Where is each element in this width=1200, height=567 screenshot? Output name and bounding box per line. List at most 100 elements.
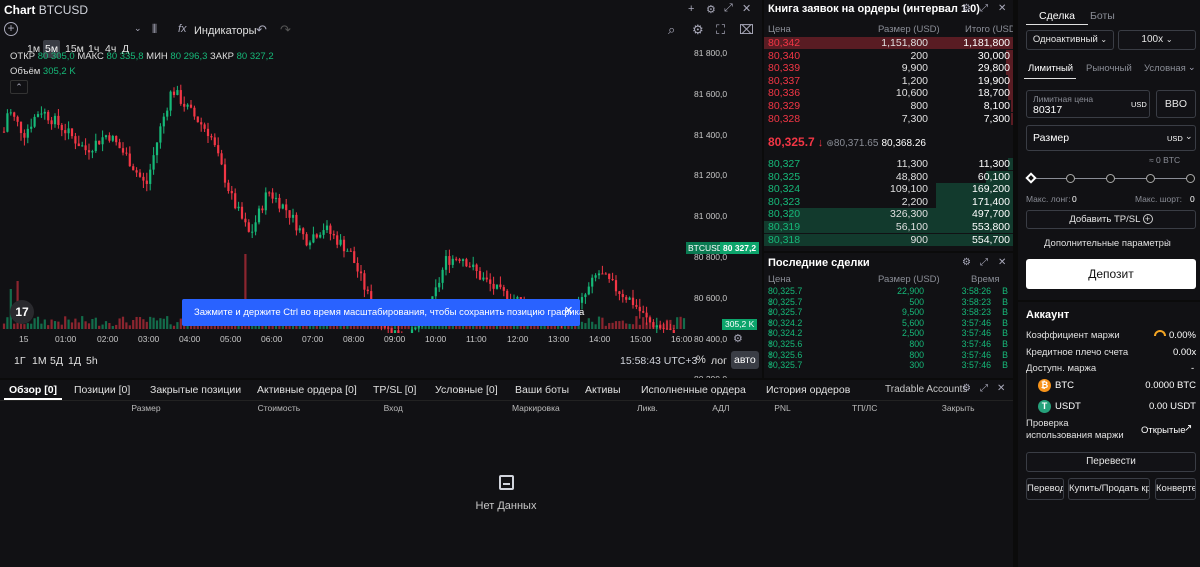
order-type-market[interactable]: Рыночный [1086, 63, 1132, 74]
range-4[interactable]: 5h [86, 355, 98, 367]
add-indicator-icon[interactable]: + [4, 22, 18, 36]
fx-icon[interactable]: fx [178, 23, 187, 35]
bid-row[interactable]: 80,325 48,800 60,100 [764, 170, 1013, 183]
tab-trade[interactable]: Сделка [1039, 10, 1075, 22]
volume-bar [145, 321, 148, 329]
positions-tab-2[interactable]: Закрытые позиции [150, 384, 241, 396]
orderbook-close-icon[interactable]: ✕ [998, 3, 1006, 14]
magnifier-icon[interactable]: ⌕ [668, 22, 675, 38]
margin-mode-select[interactable]: Одноактивный ⌄ [1026, 30, 1114, 50]
buy-sell-crypto-button[interactable]: Купить/Продать криптовалюту [1068, 478, 1150, 500]
close-icon[interactable]: ✕ [742, 2, 751, 15]
external-link-icon[interactable]: ↗ [1184, 423, 1192, 434]
chevron-down-icon[interactable]: ⌄ [134, 23, 142, 34]
fullscreen-icon[interactable]: ⛶ [716, 22, 725, 38]
undo-icon[interactable]: ↶ [256, 22, 267, 38]
range-1[interactable]: 1М [32, 355, 47, 367]
positions-close-icon[interactable]: ✕ [997, 383, 1005, 394]
gear-icon[interactable]: ⚙ [706, 3, 716, 16]
indicators-button[interactable]: Индикаторы [194, 25, 257, 37]
slider-handle[interactable] [1025, 172, 1037, 184]
bbo-button[interactable]: BBO [1156, 90, 1196, 118]
candle-body [264, 192, 267, 211]
redo-icon[interactable]: ↷ [280, 22, 291, 38]
positions-tab-6[interactable]: Ваши боты [515, 384, 569, 396]
log-toggle[interactable]: лог [711, 355, 727, 367]
limit-price-value[interactable]: 80317 [1033, 104, 1062, 116]
positions-tab-4[interactable]: TP/SL [0] [373, 384, 416, 396]
columns-divider [0, 400, 1013, 401]
trades-close-icon[interactable]: ✕ [998, 257, 1006, 268]
trade-price-value: 80,325.7 [768, 307, 803, 318]
transfer-button[interactable]: Перевести [1026, 452, 1196, 472]
slider-stop[interactable] [1186, 174, 1195, 183]
add-icon[interactable]: + [688, 3, 694, 15]
range-0[interactable]: 1Г [14, 355, 26, 367]
converter-button[interactable]: Конвертер [1155, 478, 1196, 500]
bid-row[interactable]: 80,327 11,300 11,300 [764, 158, 1013, 171]
candles-icon[interactable]: ⫴ [152, 22, 157, 37]
candle-body [322, 230, 325, 235]
positions-tab-3[interactable]: Активные ордера [0] [257, 384, 357, 396]
positions-tab-8[interactable]: Исполненные ордера [641, 384, 746, 396]
ask-row[interactable]: 80,328 7,300 7,300 [764, 112, 1013, 125]
ask-row[interactable]: 80,337 1,200 19,900 [764, 74, 1013, 88]
positions-tab-9[interactable]: История ордеров [766, 384, 850, 396]
size-field[interactable]: Размер USD ⌄ [1026, 125, 1196, 151]
order-type-conditional[interactable]: Условная [1144, 63, 1186, 74]
trades-expand-icon[interactable]: ⤢ [980, 257, 988, 268]
slider-stop[interactable] [1066, 174, 1075, 183]
price-label: 81 800,0 [694, 48, 728, 58]
chart-settings-icon[interactable]: ⚙ [733, 332, 743, 345]
bid-row[interactable]: 80,319 56,100 553,800 [764, 221, 1013, 234]
candle-body [271, 192, 274, 199]
positions-tab-0[interactable]: Обзор [0] [9, 384, 57, 396]
chevron-right-icon[interactable]: › [1166, 236, 1169, 247]
volume-bar [166, 316, 169, 329]
slider-stop[interactable] [1146, 174, 1155, 183]
positions-expand-icon[interactable]: ⤢ [980, 383, 988, 394]
auto-toggle[interactable]: авто [731, 351, 759, 369]
ask-row[interactable]: 80,339 9,900 29,800 [764, 62, 1013, 75]
more-params-link[interactable]: Дополнительные параметры [1044, 238, 1171, 249]
chevron-down-icon[interactable]: ⌄ [1188, 62, 1196, 73]
percent-toggle[interactable]: % [696, 354, 706, 366]
slider-stop[interactable] [1106, 174, 1115, 183]
add-tpsl-button[interactable]: Добавить TP/SL + [1026, 210, 1196, 229]
ask-row[interactable]: 80,329 800 8,100 [764, 100, 1013, 113]
price-chart[interactable] [0, 43, 762, 333]
trade-price-value: 80,324.2 [768, 328, 803, 339]
expand-icon[interactable]: ⤢ [724, 2, 733, 15]
positions-tab-5[interactable]: Условные [0] [435, 384, 498, 396]
leverage-select[interactable]: 100x ⌄ [1118, 30, 1196, 50]
orderbook-expand-icon[interactable]: ⤢ [980, 3, 988, 14]
positions-gear-icon[interactable]: ⚙ [962, 383, 971, 394]
size-slider[interactable] [1025, 172, 1196, 186]
settings-icon[interactable]: ⚙ [692, 22, 704, 38]
camera-icon[interactable]: ⌧ [739, 22, 754, 38]
range-2[interactable]: 5Д [50, 355, 63, 367]
ask-row[interactable]: 80,336 10,600 18,700 [764, 87, 1013, 100]
order-type-limit[interactable]: Лимитный [1028, 63, 1073, 74]
bid-row[interactable]: 80,318 900 554,700 [764, 233, 1013, 246]
trades-gear-icon[interactable]: ⚙ [962, 257, 971, 268]
range-3[interactable]: 1Д [68, 355, 81, 367]
column-header: Закрыть [941, 403, 975, 413]
tradable-accounts-label[interactable]: Tradable Accounts [885, 384, 967, 395]
ask-row[interactable]: 80,342 1,151,800 1,181,800 [764, 37, 1013, 50]
bid-row[interactable]: 80,323 2,200 171,400 [764, 195, 1013, 209]
ask-row[interactable]: 80,340 200 30,000 [764, 49, 1013, 62]
positions-tab-1[interactable]: Позиции [0] [74, 384, 130, 396]
trades-col-size: Размер (USD) [878, 274, 940, 285]
positions-tab-7[interactable]: Активы [585, 384, 621, 396]
deposit-button[interactable]: Депозит [1026, 259, 1196, 289]
bid-row[interactable]: 80,320 326,300 497,700 [764, 208, 1013, 221]
size-unit[interactable]: USD [1167, 134, 1183, 143]
check-usage-link[interactable]: Открытые [1141, 425, 1185, 436]
orderbook-gear-icon[interactable]: ⚙ [962, 3, 971, 14]
bid-row[interactable]: 80,324 109,100 169,200 [764, 183, 1013, 196]
limit-price-field[interactable]: Лимитная цена 80317 USD [1026, 90, 1150, 118]
send-button[interactable]: Перевод [1026, 478, 1064, 500]
toast-close-icon[interactable]: ✕ [564, 304, 573, 317]
tab-bots[interactable]: Боты [1090, 10, 1115, 22]
